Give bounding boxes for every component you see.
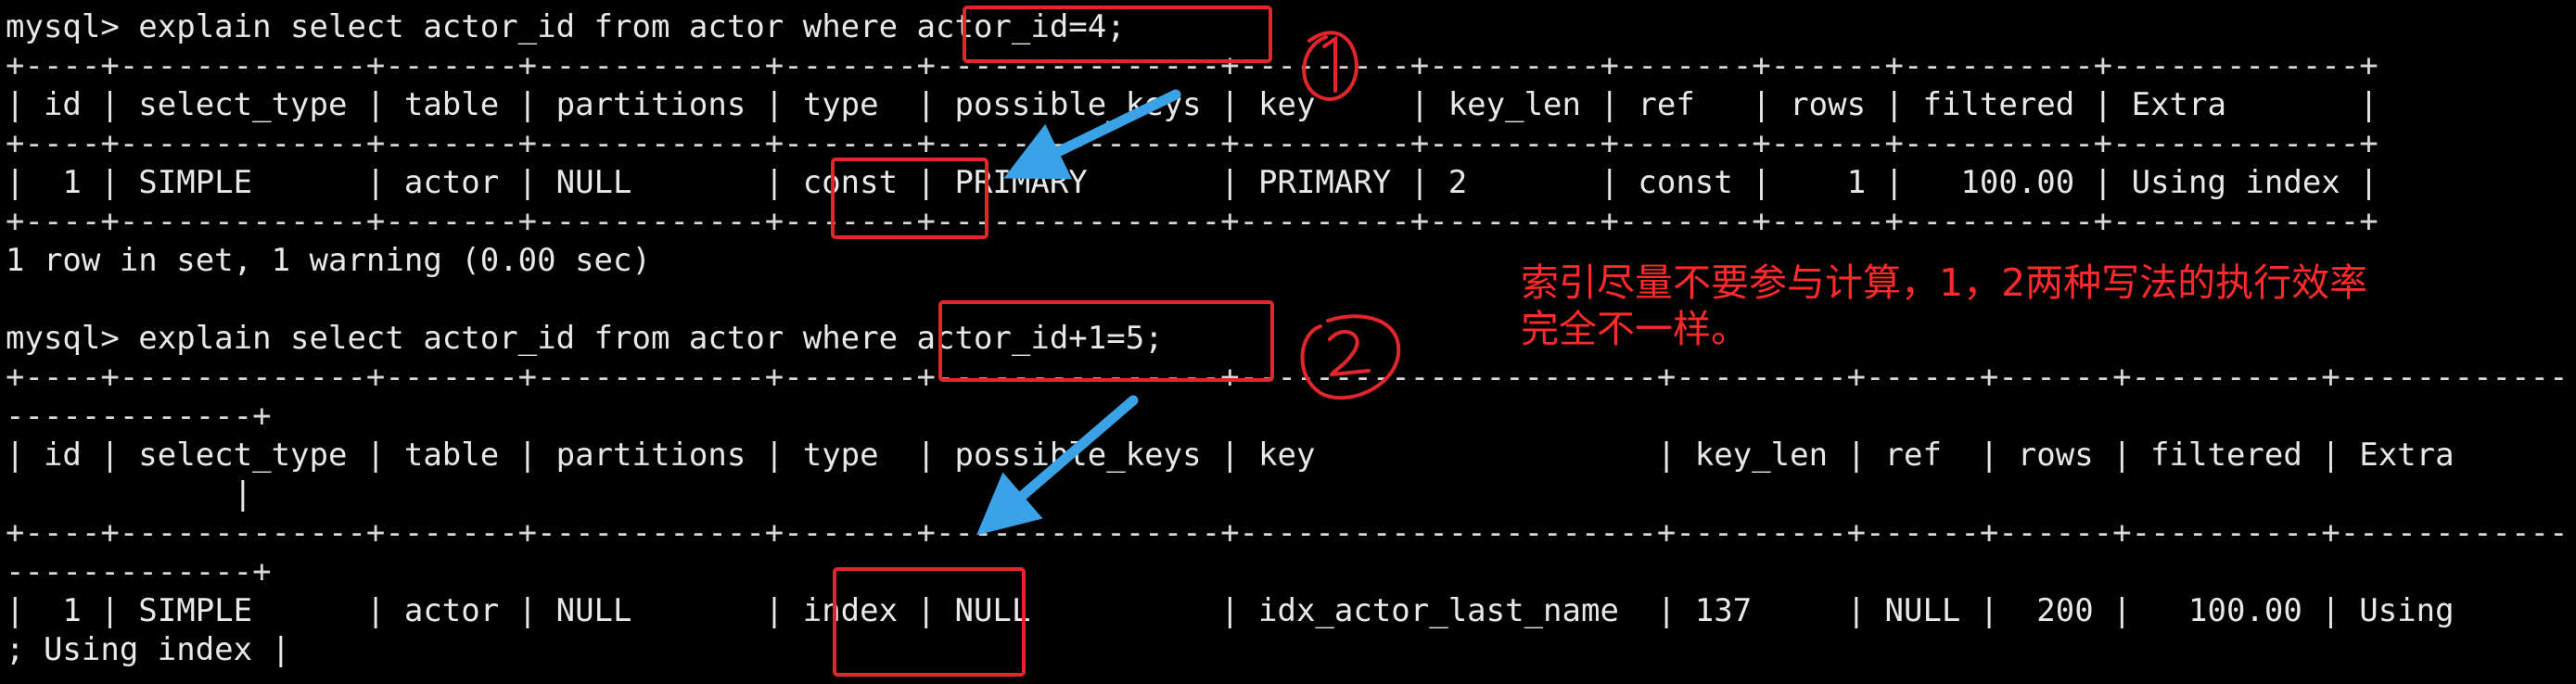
arrow-icon [976, 395, 1139, 536]
annotation-overlay: ① ② [976, 31, 1401, 536]
marker-1-icon [1302, 31, 1358, 101]
marker-2-icon [1300, 314, 1401, 400]
arrow-icon [1003, 89, 1181, 180]
